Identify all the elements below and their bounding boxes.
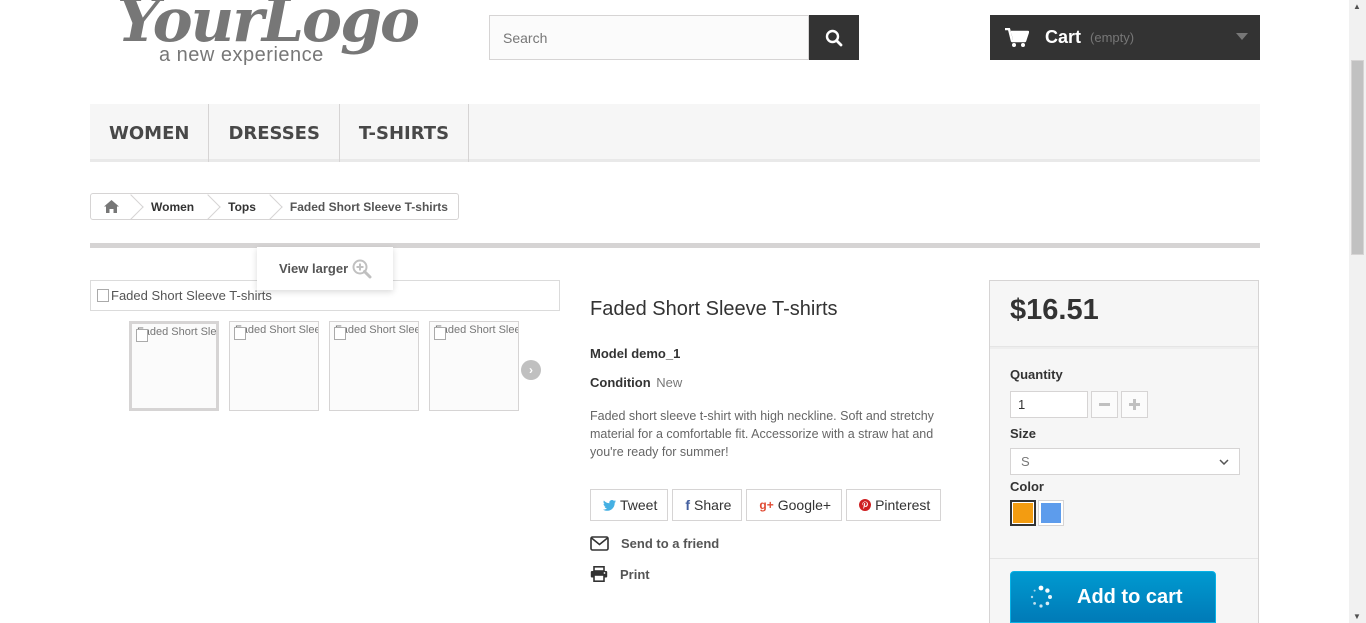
chevron-right-icon[interactable]: ›: [521, 360, 541, 380]
color-swatch-blue[interactable]: [1038, 500, 1064, 526]
thumbnail-3[interactable]: Faded Short Sleeve T-shirts: [329, 321, 419, 411]
thumbnail-list: Faded Short Sleeve T-shirts Faded Short …: [129, 321, 519, 411]
tweet-button[interactable]: Tweet: [590, 489, 669, 521]
condition-value: New: [656, 375, 683, 390]
send-to-friend-label: Send to a friend: [621, 536, 720, 551]
quantity-input[interactable]: [1010, 391, 1088, 418]
site-logo[interactable]: YourLogo a new experience: [117, 0, 420, 76]
add-to-cart-button[interactable]: Add to cart: [1010, 571, 1216, 623]
thumbnail-alt-text: Faded Short Sleeve T-shirts: [335, 324, 418, 336]
print-link[interactable]: Print: [590, 566, 650, 582]
menu-item-women[interactable]: WOMEN: [90, 104, 210, 162]
add-to-cart-label: Add to cart: [1077, 585, 1183, 608]
twitter-icon: [603, 499, 616, 511]
broken-image-icon: [434, 327, 446, 340]
pinterest-icon: [859, 499, 872, 511]
printer-icon: [590, 566, 608, 582]
facebook-share-button[interactable]: f Share: [672, 489, 743, 521]
breadcrumb-current: Faded Short Sleeve T-shirts: [270, 194, 458, 219]
product-price: $16.51: [1010, 294, 1099, 326]
view-larger-button[interactable]: View larger: [257, 247, 393, 290]
broken-image-icon: [136, 329, 148, 342]
thumbnail-4[interactable]: Faded Short Sleeve T-shirts: [429, 321, 519, 411]
quantity-decrease-button[interactable]: [1091, 391, 1118, 418]
cart-button[interactable]: Cart (empty): [990, 15, 1260, 60]
view-larger-label: View larger: [279, 261, 349, 276]
search-icon: [825, 29, 843, 46]
broken-image-icon: [97, 289, 109, 302]
thumbnail-alt-text: Faded Short Sleeve T-shirts: [435, 324, 518, 336]
caret-down-icon: [1236, 33, 1248, 40]
broken-image-icon: [234, 327, 246, 340]
thumbnail-alt-text: Faded Short Sleeve T-shirts: [235, 324, 318, 336]
color-swatch-fill: [1041, 503, 1061, 523]
pinterest-label: Pinterest: [875, 497, 931, 513]
quantity-increase-button[interactable]: [1121, 391, 1148, 418]
product-model: Model demo_1: [590, 346, 680, 361]
price-area: $16.51: [990, 281, 1258, 347]
scroll-up-arrow-icon[interactable]: ▲: [1353, 2, 1361, 11]
menu-item-tshirts[interactable]: T-SHIRTS: [340, 104, 470, 162]
search-button[interactable]: [809, 15, 859, 60]
logo-tagline: a new experience: [159, 44, 324, 66]
search-bar: [489, 15, 859, 60]
model-value: demo_1: [631, 346, 681, 361]
tweet-label: Tweet: [620, 497, 658, 513]
product-description: Faded short sleeve t-shirt with high nec…: [590, 409, 934, 459]
product-condition: Condition New: [590, 375, 682, 390]
chevron-down-icon: [1219, 458, 1229, 465]
send-to-friend-link[interactable]: Send to a friend: [590, 536, 719, 551]
thumbnail-alt-text: Faded Short Sleeve T-shirts: [137, 326, 217, 338]
thumbnail-2[interactable]: Faded Short Sleeve T-shirts: [229, 321, 319, 411]
minus-icon: [1099, 403, 1110, 406]
facebook-icon: f: [685, 497, 691, 513]
size-selected-value: S: [1021, 454, 1030, 469]
quantity-label: Quantity: [1010, 367, 1063, 382]
main-image-alt-text: Faded Short Sleeve T-shirts: [111, 288, 272, 303]
cart-status: (empty): [1090, 30, 1135, 45]
google-plus-icon: g+: [759, 498, 774, 512]
color-swatch-orange[interactable]: [1010, 500, 1036, 526]
search-input[interactable]: [489, 15, 809, 60]
google-plus-button[interactable]: g+ Google+: [746, 489, 843, 521]
breadcrumb: Women Tops Faded Short Sleeve T-shirts: [90, 193, 459, 220]
social-share-buttons: Tweet f Share g+ Google+ Pinterest: [590, 489, 942, 521]
loading-spinner-icon: [1030, 585, 1052, 608]
scroll-down-arrow-icon[interactable]: ▼: [1353, 612, 1361, 621]
color-swatch-fill: [1013, 503, 1033, 523]
menu-item-dresses[interactable]: DRESSES: [209, 104, 340, 162]
product-title: Faded Short Sleeve T-shirts: [590, 298, 838, 320]
size-select[interactable]: S: [1010, 448, 1240, 475]
cart-label: Cart: [1045, 27, 1082, 47]
condition-label: Condition: [590, 375, 651, 390]
zoom-in-icon: [352, 259, 372, 278]
thumbnail-1[interactable]: Faded Short Sleeve T-shirts: [129, 321, 219, 411]
google-plus-label: Google+: [777, 497, 832, 513]
color-label: Color: [1010, 479, 1044, 494]
size-label: Size: [1010, 426, 1037, 441]
shopping-cart-icon: [1005, 27, 1029, 47]
page-scrollbar[interactable]: ▲ ▼: [1349, 0, 1366, 623]
home-icon: [103, 200, 119, 213]
share-label: Share: [694, 497, 732, 513]
pinterest-button[interactable]: Pinterest: [846, 489, 942, 521]
scrollbar-thumb[interactable]: [1351, 60, 1364, 255]
buy-box: $16.51 Quantity Size S Color Add to c: [989, 280, 1259, 623]
envelope-icon: [590, 536, 609, 551]
print-label: Print: [620, 566, 650, 582]
main-menu: WOMEN DRESSES T-SHIRTS: [90, 104, 1260, 162]
plus-icon: [1129, 399, 1140, 410]
model-label: Model: [590, 346, 628, 361]
broken-image-icon: [334, 327, 346, 340]
